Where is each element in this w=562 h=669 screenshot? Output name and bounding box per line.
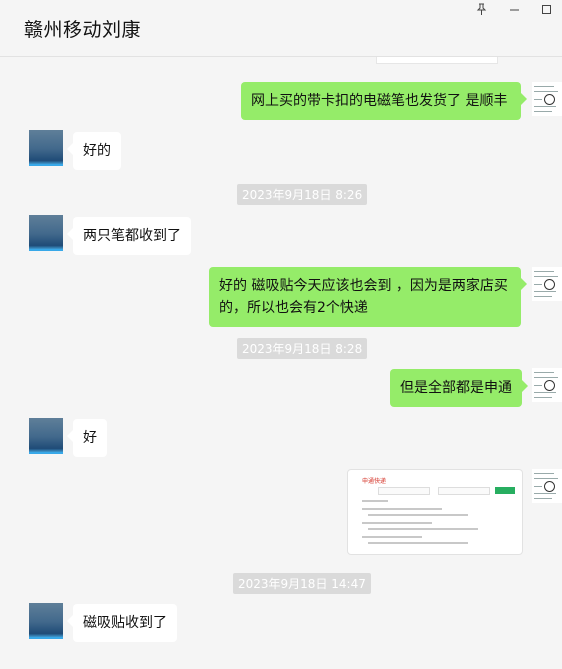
self-avatar[interactable] <box>532 82 562 116</box>
previous-message-fragment <box>376 57 498 64</box>
timestamp: 2023年9月18日 8:28 <box>237 338 368 359</box>
contact-avatar[interactable] <box>29 215 63 251</box>
minimize-icon[interactable] <box>503 0 525 18</box>
chat-history[interactable]: 网上买的带卡扣的电磁笔也发货了 是顺丰 好的 2023年9月18日 8:26 两… <box>0 57 562 663</box>
self-avatar[interactable] <box>532 368 562 402</box>
title-bar: 赣州移动刘康 <box>0 0 562 57</box>
timestamp: 2023年9月18日 14:47 <box>233 573 371 594</box>
message-bubble-incoming[interactable]: 好的 <box>67 132 121 170</box>
image-message[interactable]: 申通快递 <box>347 469 523 555</box>
message-bubble-incoming[interactable]: 两只笔都收到了 <box>67 217 191 255</box>
message-bubble-outgoing[interactable]: 但是全部都是申通 <box>390 369 528 407</box>
timestamp: 2023年9月18日 8:26 <box>237 184 368 205</box>
pin-icon[interactable] <box>470 0 492 18</box>
chat-title: 赣州移动刘康 <box>24 19 142 41</box>
message-bubble-incoming[interactable]: 磁吸贴收到了 <box>67 604 177 642</box>
image-caption: 申通快递 <box>362 478 387 485</box>
contact-avatar[interactable] <box>29 418 63 454</box>
message-bubble-incoming[interactable]: 好 <box>67 419 107 457</box>
input-toolbar <box>0 663 562 669</box>
self-avatar[interactable] <box>532 469 562 503</box>
contact-avatar[interactable] <box>29 603 63 639</box>
self-avatar[interactable] <box>532 267 562 301</box>
message-bubble-outgoing[interactable]: 好的 磁吸贴今天应该也会到 ，因为是两家店买的，所以也会有2个快递 <box>209 267 527 327</box>
maximize-icon[interactable] <box>535 0 557 18</box>
contact-avatar[interactable] <box>29 130 63 166</box>
message-bubble-outgoing[interactable]: 网上买的带卡扣的电磁笔也发货了 是顺丰 <box>241 82 527 120</box>
